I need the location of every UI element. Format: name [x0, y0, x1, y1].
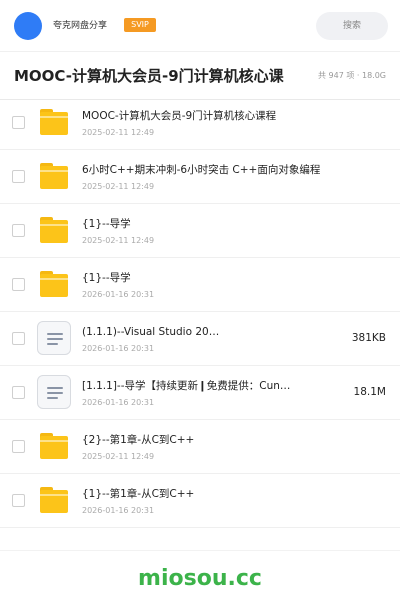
share-summary: 共 947 项 · 18.0G	[318, 71, 386, 80]
file-row[interactable]: MOOC-计算机大会员-9门计算机核心课程 2025-02-11 12:49	[0, 96, 400, 150]
row-checkbox[interactable]	[12, 494, 25, 507]
file-date: 2025-02-11 12:49	[82, 236, 155, 245]
file-date: 2026-01-16 20:31	[82, 506, 155, 515]
file-row[interactable]: 6小时C++期末冲刺-6小时突击 C++面向对象编程 2025-02-11 12:…	[0, 150, 400, 204]
sharer-name: 夸克网盘分享	[53, 21, 108, 31]
row-checkbox[interactable]	[12, 332, 25, 345]
row-checkbox[interactable]	[12, 278, 25, 291]
file-name[interactable]: (1.1.1)--Visual Studio 20…	[82, 325, 332, 340]
file-row[interactable]: {1}--导学 2025-02-11 12:49	[0, 204, 400, 258]
row-checkbox[interactable]	[12, 170, 25, 183]
folder-icon	[40, 271, 68, 297]
file-row[interactable]: (1.1.1)--Visual Studio 20… 2026-01-16 20:…	[0, 312, 400, 366]
title-row: MOOC-计算机大会员-9门计算机核心课 共 947 项 · 18.0G	[0, 52, 400, 100]
folder-icon	[40, 163, 68, 189]
row-checkbox[interactable]	[12, 224, 25, 237]
file-date: 2025-02-11 12:49	[82, 452, 155, 461]
row-checkbox[interactable]	[12, 116, 25, 129]
folder-icon	[40, 487, 68, 513]
file-size: 18.1M	[353, 386, 386, 398]
folder-icon	[40, 433, 68, 459]
watermark-text: miosou.cc	[138, 566, 262, 591]
file-date: 2026-01-16 20:31	[82, 290, 155, 299]
file-row[interactable]: {1}--第1章-从C到C++ 2026-01-16 20:31	[0, 474, 400, 528]
file-name[interactable]: {1}--第1章-从C到C++	[82, 487, 332, 502]
document-icon	[37, 375, 71, 409]
avatar[interactable]	[14, 12, 42, 40]
page-title: MOOC-计算机大会员-9门计算机核心课	[14, 67, 284, 85]
file-date: 2026-01-16 20:31	[82, 344, 155, 353]
file-size: 381KB	[351, 332, 386, 344]
file-name[interactable]: {2}--第1章-从C到C++	[82, 433, 332, 448]
file-name[interactable]: MOOC-计算机大会员-9门计算机核心课程	[82, 109, 332, 124]
file-name[interactable]: [1.1.1]--导学【持续更新❙免费提供：Cun…	[82, 379, 332, 394]
row-checkbox[interactable]	[12, 386, 25, 399]
file-date: 2026-01-16 20:31	[82, 398, 155, 407]
file-row[interactable]: {2}--第1章-从C到C++ 2025-02-11 12:49	[0, 420, 400, 474]
row-checkbox[interactable]	[12, 440, 25, 453]
svip-badge: SVIP	[124, 18, 156, 32]
folder-icon	[40, 217, 68, 243]
file-list: MOOC-计算机大会员-9门计算机核心课程 2025-02-11 12:49 6小时…	[0, 96, 400, 528]
folder-icon	[40, 109, 68, 135]
file-name[interactable]: {1}--导学	[82, 271, 332, 286]
file-name[interactable]: 6小时C++期末冲刺-6小时突击 C++面向对象编程	[82, 163, 332, 178]
file-name[interactable]: {1}--导学	[82, 217, 332, 232]
file-date: 2025-02-11 12:49	[82, 128, 155, 137]
file-date: 2025-02-11 12:49	[82, 182, 155, 191]
top-bar: 夸克网盘分享 SVIP 搜索	[0, 0, 400, 52]
file-row[interactable]: {1}--导学 2026-01-16 20:31	[0, 258, 400, 312]
search-button[interactable]: 搜索	[316, 12, 388, 40]
document-icon	[37, 321, 71, 355]
divider	[0, 550, 400, 551]
file-row[interactable]: [1.1.1]--导学【持续更新❙免费提供：Cun… 2026-01-16 20:…	[0, 366, 400, 420]
